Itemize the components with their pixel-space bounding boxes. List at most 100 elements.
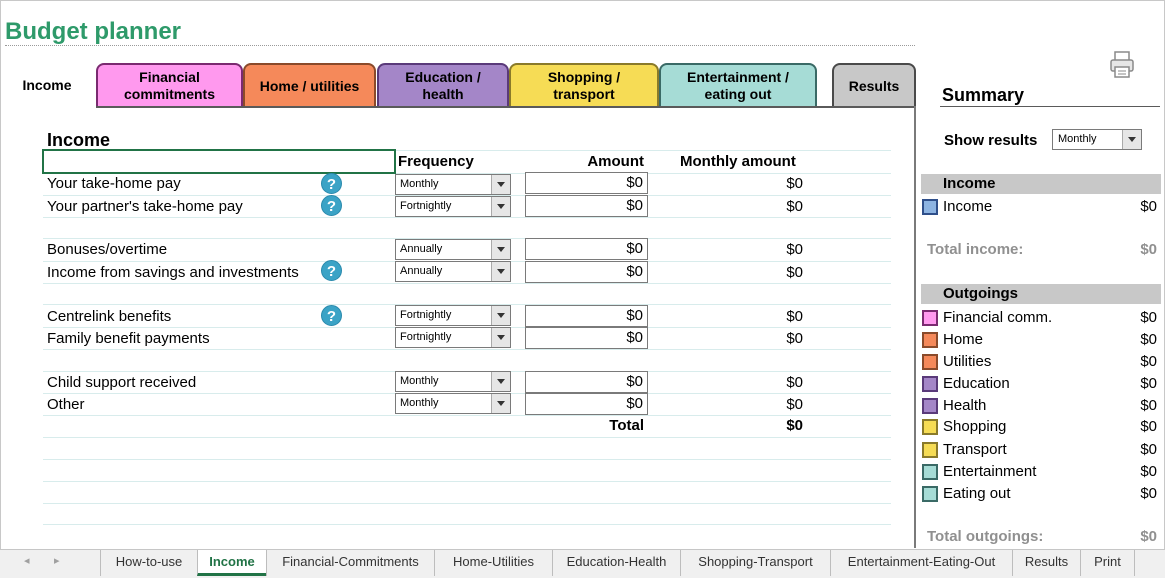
sheet-tab-financial-commitments[interactable]: Financial-Commitments <box>266 550 434 576</box>
summary-outgoings-heading: Outgoings <box>921 284 1161 304</box>
scroll-right-icon[interactable]: ▸ <box>54 554 60 567</box>
monthly-amount: $0 <box>786 264 803 281</box>
help-icon[interactable]: ? <box>321 195 342 216</box>
sheet-tab-home-utilities[interactable]: Home-Utilities <box>434 550 552 576</box>
grid-line <box>43 459 891 460</box>
frequency-value: Monthly <box>400 375 439 387</box>
frequency-select[interactable]: Fortnightly <box>395 327 511 348</box>
summary-row-value: $0 <box>1140 418 1157 435</box>
frequency-value: Fortnightly <box>400 309 452 321</box>
amount-input[interactable]: $0 <box>525 371 648 393</box>
summary-row-label: Utilities <box>943 353 992 370</box>
summary-row-shopping: Shopping $0 <box>921 416 1161 437</box>
amount-input[interactable]: $0 <box>525 393 648 415</box>
total-income-value: $0 <box>1140 241 1157 258</box>
frequency-select[interactable]: Annually <box>395 239 511 260</box>
amount-input[interactable]: $0 <box>525 195 648 217</box>
tab-results[interactable]: Results <box>832 63 916 107</box>
sheet-tab-income[interactable]: Income <box>197 550 266 576</box>
frequency-select[interactable]: Monthly <box>395 393 511 414</box>
frequency-select[interactable]: Annually <box>395 261 511 282</box>
row-label-take-home-pay: Your take-home pay <box>47 175 181 192</box>
summary-row-value: $0 <box>1140 198 1157 215</box>
title-divider <box>5 45 915 46</box>
header-monthly-amount: Monthly amount <box>680 153 796 170</box>
tab-home-utilities[interactable]: Home / utilities <box>243 63 376 107</box>
legend-swatch <box>922 398 938 414</box>
frequency-value: Annually <box>400 265 443 277</box>
summary-row-value: $0 <box>1140 397 1157 414</box>
header-frequency: Frequency <box>398 153 474 170</box>
summary-total-outgoings: Total outgoings: $0 <box>927 528 1157 545</box>
row-label-bonuses: Bonuses/overtime <box>47 241 168 258</box>
amount-input[interactable]: $0 <box>525 261 648 283</box>
tab-entertainment-eating-out[interactable]: Entertainment / eating out <box>659 63 817 107</box>
tab-education-health[interactable]: Education / health <box>377 63 509 107</box>
tab-label: Education / health <box>405 69 481 102</box>
chevron-down-icon[interactable] <box>491 306 510 325</box>
summary-row-label: Financial comm. <box>943 309 1053 326</box>
amount-input[interactable]: $0 <box>525 327 648 349</box>
scroll-left-icon[interactable]: ◂ <box>24 554 30 567</box>
monthly-amount: $0 <box>786 241 803 258</box>
frequency-value: Monthly <box>400 178 439 190</box>
monthly-amount: $0 <box>786 396 803 413</box>
frequency-value: Fortnightly <box>400 200 452 212</box>
sheet-tab-shopping-transport[interactable]: Shopping-Transport <box>680 550 830 576</box>
summary-row-education: Education $0 <box>921 373 1161 394</box>
frequency-select[interactable]: Monthly <box>395 174 511 195</box>
sheet-tab-education-health[interactable]: Education-Health <box>552 550 680 576</box>
chevron-down-icon[interactable] <box>491 240 510 259</box>
summary-row-label: Shopping <box>943 418 1007 435</box>
summary-row-value: $0 <box>1140 463 1157 480</box>
help-icon[interactable]: ? <box>321 305 342 326</box>
summary-row-label: Eating out <box>943 485 1011 502</box>
monthly-amount: $0 <box>786 330 803 347</box>
summary-row-label: Income <box>943 198 993 215</box>
tab-label: Financial commitments <box>123 69 216 102</box>
frequency-value: Fortnightly <box>400 331 452 343</box>
sheet-tab-print[interactable]: Print <box>1080 550 1135 576</box>
help-icon[interactable]: ? <box>321 173 342 194</box>
tab-shopping-transport[interactable]: Shopping / transport <box>509 63 659 107</box>
chevron-down-icon[interactable] <box>491 262 510 281</box>
summary-row-financial-comm: Financial comm. $0 <box>921 307 1161 328</box>
chevron-down-icon[interactable] <box>1122 130 1141 149</box>
sheet-tab-entertainment-eating-out[interactable]: Entertainment-Eating-Out <box>830 550 1012 576</box>
summary-row-value: $0 <box>1140 375 1157 392</box>
legend-swatch <box>922 419 938 435</box>
summary-divider <box>940 106 1160 107</box>
sheet-tab-results[interactable]: Results <box>1012 550 1080 576</box>
grid-line <box>43 524 891 525</box>
selected-cell[interactable] <box>42 149 396 174</box>
amount-input[interactable]: $0 <box>525 172 648 194</box>
tab-financial-commitments[interactable]: Financial commitments <box>96 63 243 107</box>
monthly-amount: $0 <box>786 308 803 325</box>
chevron-down-icon[interactable] <box>491 394 510 413</box>
amount-input[interactable]: $0 <box>525 305 648 327</box>
chevron-down-icon[interactable] <box>491 197 510 216</box>
summary-row-value: $0 <box>1140 485 1157 502</box>
summary-row-label: Health <box>943 397 987 414</box>
frequency-select[interactable]: Fortnightly <box>395 305 511 326</box>
show-results-select[interactable]: Monthly <box>1052 129 1142 150</box>
chevron-down-icon[interactable] <box>491 328 510 347</box>
frequency-select[interactable]: Monthly <box>395 371 511 392</box>
help-icon[interactable]: ? <box>321 260 342 281</box>
grid-line <box>43 503 891 504</box>
tab-income[interactable]: Income <box>7 63 87 107</box>
legend-swatch <box>922 486 938 502</box>
printer-icon[interactable] <box>1109 50 1135 80</box>
sheet-tab-how-to-use[interactable]: How-to-use <box>100 550 197 576</box>
header-amount: Amount <box>587 153 644 170</box>
monthly-amount: $0 <box>786 175 803 192</box>
tab-label: Results <box>848 77 900 94</box>
tab-label: Income <box>22 76 72 93</box>
row-label-family-benefit: Family benefit payments <box>47 330 210 347</box>
chevron-down-icon[interactable] <box>491 372 510 391</box>
amount-input[interactable]: $0 <box>525 238 648 260</box>
legend-swatch <box>922 332 938 348</box>
summary-row-utilities: Utilities $0 <box>921 351 1161 372</box>
frequency-select[interactable]: Fortnightly <box>395 196 511 217</box>
chevron-down-icon[interactable] <box>491 175 510 194</box>
